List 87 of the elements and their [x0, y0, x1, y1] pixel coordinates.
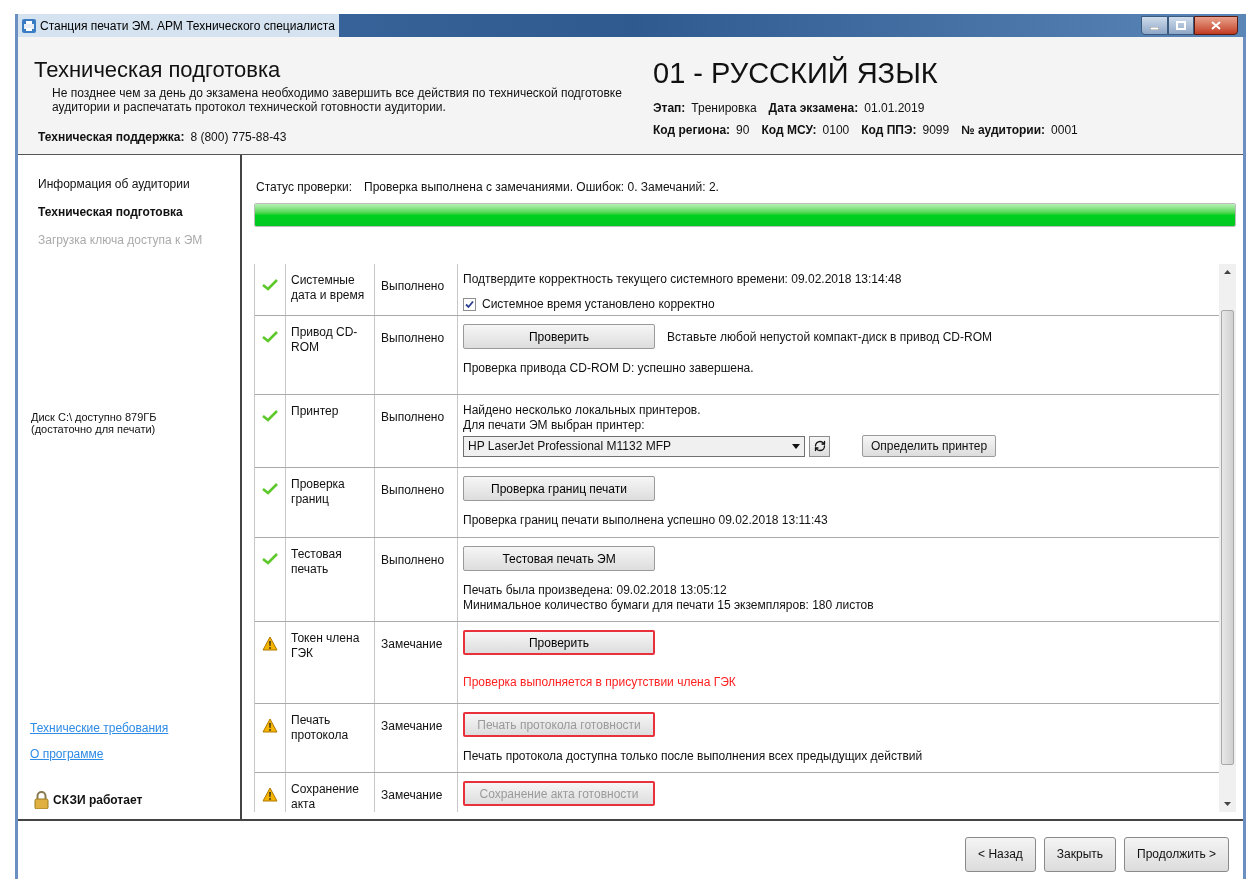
- close-icon: [1211, 21, 1221, 30]
- close-button[interactable]: [1194, 16, 1238, 35]
- scroll-down-icon[interactable]: [1224, 802, 1231, 806]
- refresh-button[interactable]: [809, 435, 830, 457]
- maximize-button[interactable]: [1168, 16, 1194, 35]
- check-message: Проверка выполняется в присутствии члена ГЭК: [463, 675, 737, 690]
- check-result: Замечание: [381, 637, 443, 651]
- scroll-up-icon[interactable]: [1224, 270, 1231, 274]
- detect-printer-button[interactable]: Определить принтер: [862, 435, 997, 457]
- printer-icon: [22, 18, 36, 33]
- check-message: Печать была произведена: 09.02.2018 13:05:12: [463, 583, 728, 598]
- info-label: Этап:: [653, 100, 686, 117]
- action-button[interactable]: Проверка границ печати: [463, 476, 655, 501]
- page-description: Не позднее чем за день до экзамена необходимо завершить все действия по технической подготовке аудитории и распечатать протокол технической готовности аудитории.: [51, 86, 623, 114]
- status-text: Проверка выполнена с замечаниями. Ошибок: 0. Замечаний: 2.: [364, 179, 719, 196]
- info-value: 0100: [822, 122, 850, 139]
- check-message: Для печати ЭМ выбран принтер:: [463, 418, 646, 433]
- info-label: Дата экзамена:: [768, 100, 859, 117]
- check-result: Выполнено: [381, 279, 445, 293]
- dropdown-caret-icon: [792, 443, 800, 449]
- refresh-icon: [813, 440, 826, 452]
- disk-info: Диск C:\ доступно 879ГБ: [31, 411, 158, 423]
- minimize-icon: [1150, 27, 1159, 30]
- check-name: Тестовая печать: [291, 547, 343, 577]
- lock-icon: [34, 791, 49, 809]
- check-message: Подтвердите корректность текущего системного времени: 09.02.2018 13:14:48: [463, 272, 903, 287]
- info-value: 9099: [922, 122, 950, 139]
- check-name: Системные дата и время: [291, 273, 366, 303]
- hint-text: Вставьте любой непустой компакт-диск в привод CD-ROM: [667, 328, 992, 346]
- subject-title: 01 - РУССКИЙ ЯЗЫК: [653, 57, 939, 89]
- link[interactable]: Технические требования: [30, 719, 169, 737]
- check-message: Минимальное количество бумаги для печати 15 экземпляров: 180 листов: [463, 598, 875, 613]
- check-result: Замечание: [381, 788, 443, 802]
- check-icon: [262, 482, 278, 496]
- link[interactable]: О программе: [30, 745, 104, 763]
- info-label: Код региона:: [653, 122, 731, 139]
- info-value: 90: [736, 122, 750, 139]
- support-label: Техническая поддержка:: [38, 129, 185, 146]
- action-button[interactable]: Тестовая печать ЭМ: [463, 546, 655, 571]
- info-label: Код МСУ:: [761, 122, 817, 139]
- check-name: Проверка границ: [291, 477, 346, 507]
- check-result: Выполнено: [381, 483, 445, 497]
- action-button[interactable]: Проверить: [463, 324, 655, 349]
- disk-info: (достаточно для печати): [31, 423, 157, 435]
- check-result: Выполнено: [381, 331, 445, 345]
- info-value: Тренировка: [691, 100, 757, 117]
- check-message: Проверка привода CD-ROM D: успешно завершена.: [463, 361, 755, 376]
- footer-button[interactable]: Продолжить >: [1124, 836, 1229, 872]
- scrollbar-thumb[interactable]: [1221, 310, 1234, 765]
- skzi-status: СКЗИ работает: [53, 792, 143, 809]
- footer-button[interactable]: < Назад: [965, 836, 1036, 872]
- warning-icon: [262, 787, 278, 802]
- info-value: 0001: [1051, 122, 1078, 139]
- minimize-button[interactable]: [1141, 16, 1168, 35]
- check-icon: [262, 409, 278, 423]
- check-name: Принтер: [291, 404, 340, 419]
- check-icon: [262, 330, 278, 344]
- check-result: Замечание: [381, 719, 443, 733]
- check-icon: [262, 552, 278, 566]
- warning-icon: [262, 636, 278, 651]
- status-label: Статус проверки:: [256, 179, 352, 196]
- support-phone: 8 (800) 775-88-43: [190, 129, 287, 146]
- check-result: Выполнено: [381, 553, 445, 567]
- checkbox-label: Системное время установлено корректно: [482, 296, 715, 313]
- check-name: Сохранение акта: [291, 782, 360, 812]
- maximize-icon: [1176, 21, 1186, 30]
- check-message: Найдено несколько локальных принтеров.: [463, 403, 702, 418]
- action-button[interactable]: Проверить: [463, 630, 655, 655]
- check-name: Привод CD-ROM: [291, 325, 359, 355]
- window-title: Станция печати ЭМ. АРМ Технического специалиста: [40, 17, 335, 35]
- scrollbar[interactable]: [1219, 264, 1236, 812]
- info-label: Код ППЭ:: [861, 122, 917, 139]
- check-icon: [262, 278, 278, 292]
- footer-button[interactable]: Закрыть: [1043, 836, 1117, 872]
- nav-item[interactable]: Техническая подготовка: [18, 203, 240, 231]
- check-name: Печать протокола: [291, 713, 350, 743]
- info-label: № аудитории:: [961, 122, 1046, 139]
- check-name: Токен члена ГЭК: [291, 631, 361, 661]
- page-title: Техническая подготовка: [34, 57, 282, 83]
- checkbox[interactable]: [463, 297, 476, 311]
- printer-select[interactable]: HP LaserJet Professional M1132 MFP: [463, 435, 805, 457]
- info-value: 01.01.2019: [864, 100, 925, 117]
- nav-item[interactable]: Информация об аудитории: [18, 175, 240, 203]
- check-message: Проверка границ печати выполнена успешно 09.02.2018 13:11:43: [463, 513, 829, 528]
- warning-icon: [262, 718, 278, 733]
- check-result: Выполнено: [381, 410, 445, 424]
- check-message: Печать протокола доступна только после выполнения всех предыдущих действий: [463, 749, 924, 764]
